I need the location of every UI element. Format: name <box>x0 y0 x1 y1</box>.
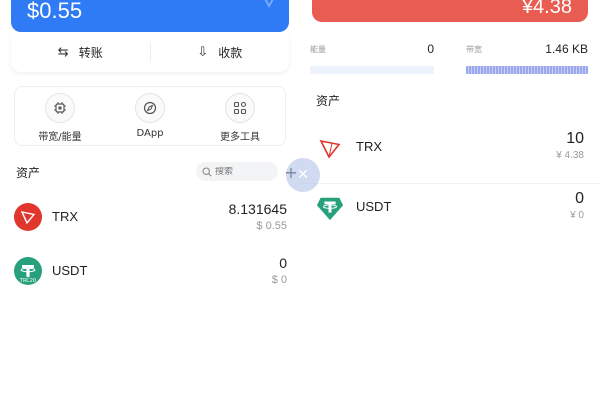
fiat-balance-amount: ¥4.38 <box>521 0 572 18</box>
transfer-label: 转账 <box>78 45 103 60</box>
asset-row-trx[interactable]: TRX 10 ¥ 4.38 <box>300 126 600 184</box>
account-detail-panel: ¥4.38 能量 0 带宽 1.46 KB 资产 TRX 10 ¥ 4.38 U… <box>300 0 600 400</box>
asset-amount: 10 <box>566 130 584 147</box>
bandwidth-resource[interactable]: 带宽 1.46 KB <box>466 42 588 82</box>
asset-row-usdt[interactable]: USDT 0 ¥ 0 <box>300 186 600 244</box>
asset-amount: 8.131645 <box>228 201 287 217</box>
close-icon: ✕ <box>297 167 309 183</box>
assets-header: 资产 + <box>16 162 298 182</box>
balance-card[interactable]: $0.55 <box>11 0 289 32</box>
tool-label: DApp <box>136 128 164 139</box>
asset-symbol: USDT <box>52 263 88 278</box>
usdt-logo-icon <box>316 194 344 222</box>
trx-logo-icon <box>14 203 42 231</box>
tool-more[interactable]: 更多工具 <box>195 87 285 145</box>
assets-title: 资产 <box>316 94 341 108</box>
tron-watermark-icon <box>264 0 274 9</box>
asset-symbol: USDT <box>356 199 392 214</box>
trx-logo-icon <box>316 134 344 162</box>
asset-symbol: TRX <box>52 209 78 224</box>
transfer-button[interactable]: ⇆ 转账 <box>11 44 150 61</box>
transfer-arrows-icon: ⇆ <box>57 44 69 60</box>
bandwidth-progress-bar <box>466 66 588 74</box>
asset-row-trx[interactable]: TRX 8.131645 $ 0.55 <box>0 198 300 248</box>
assets-title: 资产 <box>16 165 41 180</box>
compass-icon <box>135 93 165 123</box>
search-box[interactable] <box>196 162 278 181</box>
energy-resource[interactable]: 能量 0 <box>310 42 434 82</box>
energy-progress-bar <box>310 66 434 74</box>
asset-fiat-value: $ 0.55 <box>256 220 287 232</box>
tool-label: 带宽/能量 <box>38 132 82 143</box>
grid-apps-icon <box>225 93 255 123</box>
bandwidth-progress-fill <box>466 66 588 74</box>
search-input[interactable] <box>215 166 273 177</box>
receive-label: 收款 <box>218 45 243 60</box>
asset-fiat-value: ¥ 0 <box>570 210 584 221</box>
resource-value: 0 <box>427 42 434 56</box>
resource-label: 能量 <box>310 45 326 54</box>
tool-label: 更多工具 <box>220 132 260 143</box>
tool-bandwidth-energy[interactable]: 带宽/能量 <box>15 87 105 145</box>
search-icon <box>202 166 212 177</box>
action-bar: ⇆ 转账 ⇩ 收款 <box>11 32 289 72</box>
asset-fiat-value: ¥ 4.38 <box>556 150 584 161</box>
chip-icon <box>45 93 75 123</box>
resource-label: 带宽 <box>466 45 482 54</box>
usdt-badge: TRC20 <box>19 278 36 284</box>
receive-arrow-icon: ⇩ <box>197 44 209 60</box>
asset-amount: 0 <box>575 190 584 207</box>
asset-row-usdt[interactable]: TRC20 USDT 0 $ 0 <box>0 252 300 302</box>
tools-panel: 带宽/能量 DApp 更多工具 <box>14 86 286 146</box>
receive-button[interactable]: ⇩ 收款 <box>151 44 290 61</box>
asset-fiat-value: $ 0 <box>271 274 287 286</box>
asset-amount: 0 <box>279 255 287 271</box>
screen: $0.55 ⇆ 转账 ⇩ 收款 带宽/能量 DApp 更多工具 资产 搜索 TR… <box>0 0 600 400</box>
floating-close-button[interactable]: ✕ <box>286 158 320 192</box>
wallet-panel: $0.55 ⇆ 转账 ⇩ 收款 带宽/能量 DApp 更多工具 资产 搜索 TR… <box>0 0 300 400</box>
balance-amount: $0.55 <box>27 0 83 23</box>
tool-dapp[interactable]: DApp <box>105 87 195 145</box>
usdt-logo-icon: TRC20 <box>14 257 42 285</box>
asset-symbol: TRX <box>356 139 382 154</box>
resource-value: 1.46 KB <box>545 42 588 56</box>
fiat-balance-card[interactable]: ¥4.38 <box>312 0 588 22</box>
